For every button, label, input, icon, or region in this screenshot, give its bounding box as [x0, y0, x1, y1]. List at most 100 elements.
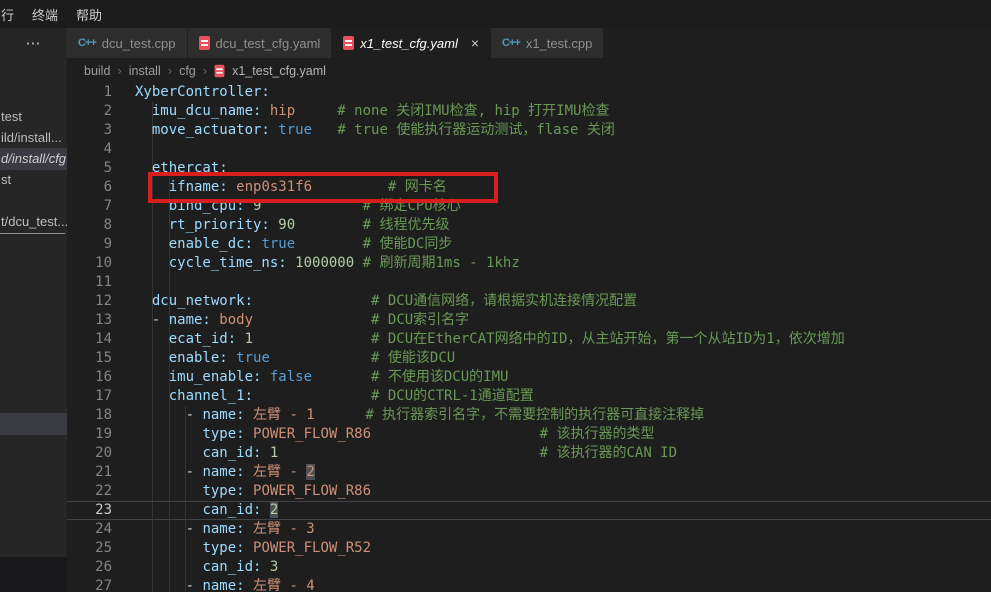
menu-item[interactable]: 终端	[23, 5, 67, 24]
code-line[interactable]: 14 ecat_id: 1 # DCU在EtherCAT网络中的ID，从主站开始…	[67, 330, 991, 349]
code-token: cycle_time_ns:	[169, 255, 287, 271]
side-panel: test ild/install... d/install/cfg st t/dcu_t…	[0, 58, 67, 592]
line-number[interactable]: 12	[67, 292, 112, 311]
line-number[interactable]: 23	[67, 502, 112, 519]
side-list-item[interactable]: ild/install...	[1, 130, 62, 145]
code-line[interactable]: 26 can_id: 3	[67, 558, 991, 577]
line-number[interactable]: 5	[67, 159, 112, 178]
code-token: false	[261, 369, 312, 385]
line-number[interactable]: 6	[67, 178, 112, 197]
breadcrumb-path: build›install›cfg›	[84, 63, 207, 78]
side-list-item[interactable]: t/dcu_test...	[1, 214, 67, 229]
ellipsis-icon: ⋯	[26, 34, 42, 52]
tab-overflow-button[interactable]: ⋯	[0, 28, 67, 58]
line-number[interactable]: 2	[67, 102, 112, 121]
line-number[interactable]: 9	[67, 235, 112, 254]
line-number[interactable]: 14	[67, 330, 112, 349]
code-line[interactable]: 21 - name: 左臂 - 2	[67, 463, 991, 482]
line-number[interactable]: 27	[67, 577, 112, 592]
line-number[interactable]: 26	[67, 558, 112, 577]
line-number[interactable]: 17	[67, 387, 112, 406]
line-number[interactable]: 3	[67, 121, 112, 140]
code-line[interactable]: 25 type: POWER_FLOW_R52	[67, 539, 991, 558]
code-line[interactable]: 16 imu_enable: false # 不使用该DCU的IMU	[67, 368, 991, 387]
breadcrumb: build›install›cfg› x1_test_cfg.yaml	[67, 58, 991, 83]
code-line[interactable]: 17 channel_1: # DCU的CTRL-1通道配置	[67, 387, 991, 406]
code-token: move_actuator:	[152, 122, 270, 138]
tab-label: x1_test_cfg.yaml	[360, 36, 458, 51]
line-number[interactable]: 24	[67, 520, 112, 539]
line-number[interactable]: 16	[67, 368, 112, 387]
side-list-item[interactable]: st	[1, 172, 11, 187]
code-line[interactable]: 19 type: POWER_FLOW_R86 # 该执行器的类型	[67, 425, 991, 444]
line-number[interactable]: 20	[67, 444, 112, 463]
code-line[interactable]: 22 type: POWER_FLOW_R86	[67, 482, 991, 501]
code-token	[135, 388, 169, 404]
tab-x1_test.cpp[interactable]: C++x1_test.cpp	[491, 28, 603, 58]
code-line[interactable]: 24 - name: 左臂 - 3	[67, 520, 991, 539]
code-line[interactable]: 23 can_id: 2	[67, 501, 991, 520]
line-number[interactable]: 4	[67, 140, 112, 159]
code-line[interactable]: 1XyberController:	[67, 83, 991, 102]
code-line[interactable]: 11	[67, 273, 991, 292]
code-token: rt_priority:	[169, 217, 270, 233]
menu-item[interactable]: 行	[0, 5, 23, 24]
code-token: type:	[202, 483, 244, 499]
line-number[interactable]: 10	[67, 254, 112, 273]
line-number[interactable]: 7	[67, 197, 112, 216]
line-number[interactable]: 21	[67, 463, 112, 482]
line-number[interactable]: 22	[67, 482, 112, 501]
code-token: # 使能该DCU	[270, 350, 455, 366]
breadcrumb-segment[interactable]: install	[129, 64, 161, 78]
code-line[interactable]: 18 - name: 左臂 - 1 # 执行器索引名字，不需要控制的执行器可直接…	[67, 406, 991, 425]
editor-group: build›install›cfg› x1_test_cfg.yaml 1Xyb…	[67, 58, 991, 592]
breadcrumb-segment[interactable]: cfg	[179, 64, 196, 78]
code-area[interactable]: 1XyberController:2 imu_dcu_name: hip # n…	[67, 83, 991, 592]
separator-line	[0, 233, 65, 234]
line-number[interactable]: 15	[67, 349, 112, 368]
code-token: # 该执行器的CAN ID	[278, 445, 677, 461]
tab-dcu_test.cpp[interactable]: C++dcu_test.cpp	[67, 28, 187, 58]
code-token: true	[253, 236, 295, 252]
side-list-item[interactable]: d/install/cfg	[1, 151, 66, 166]
chevron-right-icon: ›	[168, 63, 172, 78]
line-number[interactable]: 19	[67, 425, 112, 444]
code-token: # 不使用该DCU的IMU	[312, 369, 508, 385]
line-number[interactable]: 11	[67, 273, 112, 292]
code-token: 左臂 - 1	[245, 407, 315, 423]
code-line[interactable]: 12 dcu_network: # DCU通信网络，请根据实机连接情况配置	[67, 292, 991, 311]
code-token: # true 使能执行器运动测试，flase 关闭	[312, 122, 615, 138]
code-token: imu_dcu_name:	[152, 103, 262, 119]
code-line[interactable]: 20 can_id: 1 # 该执行器的CAN ID	[67, 444, 991, 463]
code-token	[261, 502, 269, 518]
code-token: POWER_FLOW_R52	[245, 540, 371, 556]
line-number[interactable]: 25	[67, 539, 112, 558]
code-line[interactable]: 13 - name: body # DCU索引名字	[67, 311, 991, 330]
tab-dcu_test_cfg.yaml[interactable]: dcu_test_cfg.yaml	[188, 28, 332, 58]
line-number[interactable]: 13	[67, 311, 112, 330]
code-line[interactable]: 27 - name: 左臂 - 4	[67, 577, 991, 592]
line-number[interactable]: 1	[67, 83, 112, 102]
code-token: ecat_id:	[169, 331, 236, 347]
close-icon[interactable]: ×	[471, 36, 479, 50]
line-number[interactable]: 18	[67, 406, 112, 425]
code-line[interactable]: 2 imu_dcu_name: hip # none 关闭IMU检查, hip …	[67, 102, 991, 121]
menu-item[interactable]: 帮助	[67, 5, 111, 24]
breadcrumb-segment[interactable]: build	[84, 64, 110, 78]
tab-x1_test_cfg.yaml[interactable]: x1_test_cfg.yaml ×	[332, 28, 490, 58]
line-number[interactable]: 8	[67, 216, 112, 235]
code-line[interactable]: 9 enable_dc: true # 使能DC同步	[67, 235, 991, 254]
code-token: 1	[236, 331, 253, 347]
code-line[interactable]: 8 rt_priority: 90 # 线程优先级	[67, 216, 991, 235]
code-line[interactable]: 15 enable: true # 使能该DCU	[67, 349, 991, 368]
code-line[interactable]: 10 cycle_time_ns: 1000000 # 刷新周期1ms - 1k…	[67, 254, 991, 273]
code-token	[135, 331, 169, 347]
side-list-item[interactable]: test	[1, 109, 22, 124]
tab-label: dcu_test.cpp	[102, 36, 176, 51]
code-line[interactable]: 3 move_actuator: true # true 使能执行器运动测试，f…	[67, 121, 991, 140]
code-token: -	[135, 464, 202, 480]
code-line[interactable]: 4	[67, 140, 991, 159]
code-token: # 刷新周期1ms - 1khz	[354, 255, 520, 271]
code-token: name:	[202, 407, 244, 423]
code-token: 左臂 -	[245, 464, 307, 480]
